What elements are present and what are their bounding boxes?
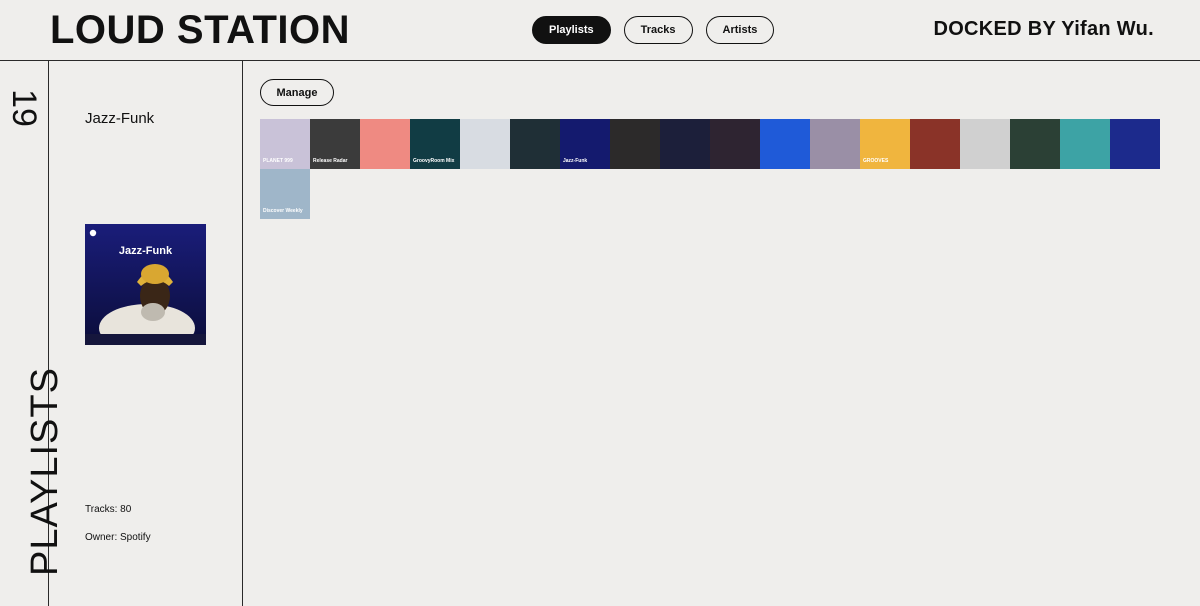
tab-artists[interactable]: Artists	[705, 16, 775, 44]
playlist-tile-label: Discover Weekly	[263, 208, 303, 214]
playlist-tile[interactable]: Release Radar	[310, 119, 360, 169]
playlist-count: 19	[5, 89, 43, 127]
main-nav: Playlists Tracks Artists	[532, 16, 775, 44]
playlist-tile[interactable]	[1110, 119, 1160, 169]
playlist-tile[interactable]: Jazz-Funk	[560, 119, 610, 169]
tab-playlists[interactable]: Playlists	[532, 16, 611, 44]
cover-title: Jazz-Funk	[118, 245, 173, 257]
playlist-tile[interactable]	[910, 119, 960, 169]
track-count: Tracks: 80	[85, 504, 132, 515]
playlist-tile[interactable]	[1060, 119, 1110, 169]
playlist-tile[interactable]	[710, 119, 760, 169]
cover-art	[85, 224, 206, 345]
playlist-tile[interactable]	[1010, 119, 1060, 169]
section-rail: 19 PLAYLISTS	[0, 61, 66, 606]
playlist-tile-label: PLANET 999	[263, 158, 293, 164]
playlist-tile[interactable]	[460, 119, 510, 169]
playlist-tile[interactable]: PLANET 999	[260, 119, 310, 169]
playlist-browser: Manage PLANET 999 Release Radar GroovyRoom…	[243, 61, 1200, 606]
playlist-owner: Owner: Spotify	[85, 532, 151, 543]
playlist-tile[interactable]	[660, 119, 710, 169]
playlist-tile-label: Release Radar	[313, 158, 348, 164]
app-logo: LOUD STATION	[50, 8, 351, 52]
playlist-grid: PLANET 999 Release Radar GroovyRoom Mix Jaz…	[260, 119, 1160, 219]
playlist-tile[interactable]	[760, 119, 810, 169]
playlist-tile-label: Jazz-Funk	[563, 158, 588, 164]
tab-tracks[interactable]: Tracks	[623, 16, 693, 44]
playlist-tile[interactable]	[510, 119, 560, 169]
playlist-tile-label: GROOVES	[863, 158, 889, 164]
manage-button[interactable]: Manage	[260, 79, 334, 106]
playlist-tile[interactable]	[610, 119, 660, 169]
selected-playlist-cover: Jazz-Funk	[85, 224, 206, 345]
playlist-tile[interactable]	[360, 119, 410, 169]
playlist-tile[interactable]	[810, 119, 860, 169]
playlist-detail-panel: Jazz-Funk Jazz-Funk Tracks: 80 Owner: Sp…	[49, 61, 243, 606]
docked-by-credit: DOCKED BY Yifan Wu.	[933, 18, 1154, 40]
playlist-tile[interactable]: GroovyRoom Mix	[410, 119, 460, 169]
playlist-tile[interactable]: GROOVES	[860, 119, 910, 169]
playlist-tile-label: GroovyRoom Mix	[413, 158, 455, 164]
app-header: LOUD STATION Playlists Tracks Artists DO…	[0, 0, 1200, 61]
playlist-tile[interactable]: Discover Weekly	[260, 169, 310, 219]
playlist-tile[interactable]	[960, 119, 1010, 169]
selected-playlist-name: Jazz-Funk	[85, 110, 155, 127]
